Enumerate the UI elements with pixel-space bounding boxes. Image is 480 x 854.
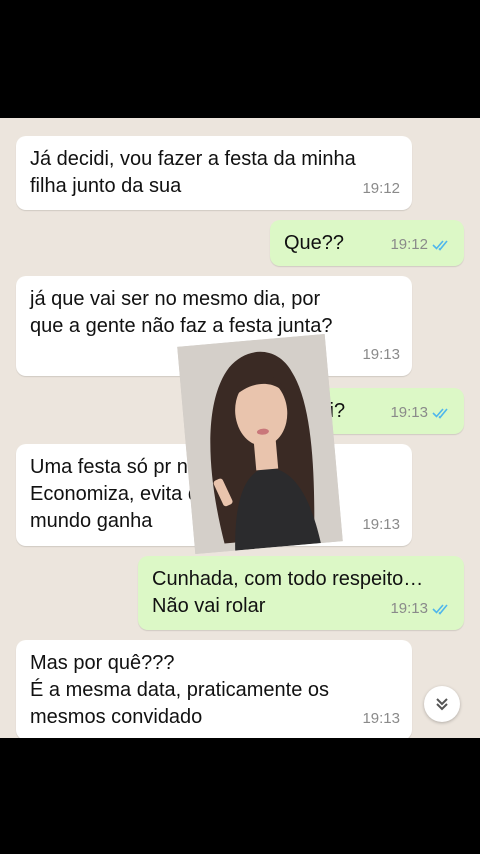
person-image: [177, 333, 343, 555]
message-time: 19:12: [390, 236, 428, 253]
message-meta: 19:12: [362, 175, 400, 202]
message-incoming[interactable]: Já decidi, vou fazer a festa da minha fi…: [16, 136, 412, 210]
message-time: 19:13: [362, 516, 400, 533]
message-meta: 19:13: [390, 595, 452, 622]
message-meta: 19:13: [362, 705, 400, 732]
message-outgoing[interactable]: Cunhada, com todo respeito… Não vai rola…: [138, 556, 464, 630]
message-meta: 19:13: [362, 341, 400, 368]
double-check-icon: [432, 603, 448, 615]
chevron-double-down-icon: [436, 698, 448, 711]
message-time: 19:13: [362, 710, 400, 727]
message-meta: 19:12: [390, 231, 452, 258]
message-time: 19:13: [362, 346, 400, 363]
message-text: Já decidi, vou fazer a festa da minha fi…: [30, 148, 356, 197]
double-check-icon: [432, 407, 448, 419]
scroll-down-button[interactable]: [424, 686, 460, 722]
message-meta: 19:13: [362, 511, 400, 538]
message-time: 19:13: [390, 404, 428, 421]
message-incoming[interactable]: Mas por quê??? É a mesma data, praticame…: [16, 640, 412, 738]
message-outgoing[interactable]: Que?? 19:12: [270, 220, 464, 266]
message-text: Mas por quê??? É a mesma data, praticame…: [30, 652, 330, 728]
message-time: 19:13: [390, 600, 428, 617]
double-check-icon: [432, 239, 448, 251]
message-text: já que vai ser no mesmo dia, por que a g…: [30, 288, 333, 337]
message-time: 19:12: [362, 180, 400, 197]
message-meta: 19:13: [390, 399, 452, 426]
person-photo-overlay: [177, 333, 343, 555]
